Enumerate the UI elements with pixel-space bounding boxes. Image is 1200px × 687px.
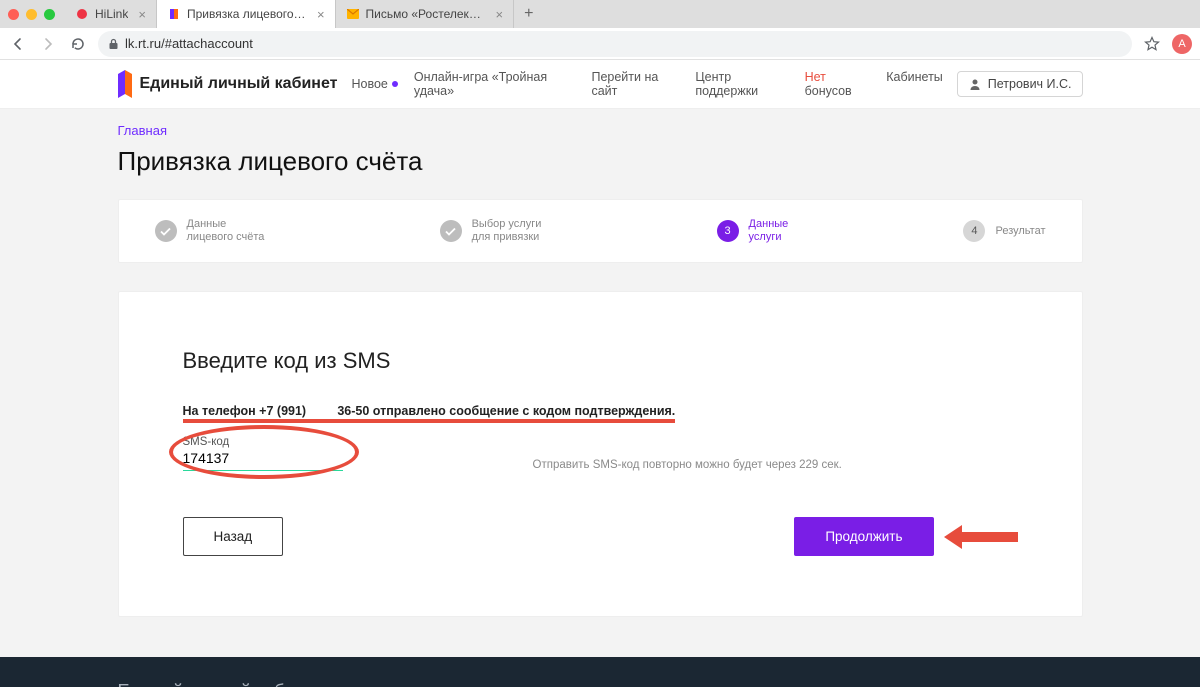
browser-tab[interactable]: Письмо «Ростелеком ID. Под… × bbox=[336, 0, 515, 28]
site-logo[interactable]: Единый личный кабинет bbox=[118, 72, 338, 96]
tab-title: HiLink bbox=[95, 7, 128, 21]
sms-code-label: SMS-код bbox=[183, 436, 230, 448]
step-select-service: Выбор услугидля привязки bbox=[440, 218, 542, 244]
resend-text: Отправить SMS-код повторно можно будет ч… bbox=[533, 459, 842, 471]
page-title: Привязка лицевого счёта bbox=[118, 146, 1083, 177]
user-name: Петрович И.С. bbox=[988, 77, 1072, 91]
step-service-data: 3 Данныеуслуги bbox=[717, 218, 789, 244]
step-account-data: Данныелицевого счёта bbox=[155, 218, 265, 244]
back-button[interactable]: Назад bbox=[183, 517, 284, 556]
forward-icon[interactable] bbox=[38, 34, 58, 54]
tab-title: Письмо «Ростелеком ID. Под… bbox=[366, 7, 486, 21]
browser-tab-active[interactable]: Привязка лицевого счёта - Е… × bbox=[157, 0, 336, 28]
annotation-arrow bbox=[944, 525, 1018, 549]
footer-title: Единый личный кабинет bbox=[118, 681, 1083, 687]
user-chip[interactable]: Петрович И.С. bbox=[957, 71, 1083, 97]
check-icon bbox=[440, 220, 462, 242]
nav-goto-site[interactable]: Перейти на сайт bbox=[591, 70, 679, 98]
back-icon[interactable] bbox=[8, 34, 28, 54]
tab-close-icon[interactable]: × bbox=[317, 7, 325, 22]
nav-cabinets[interactable]: Кабинеты bbox=[886, 70, 943, 98]
window-close-dot[interactable] bbox=[8, 9, 19, 20]
browser-tab[interactable]: HiLink × bbox=[65, 0, 157, 28]
breadcrumb: Главная bbox=[118, 123, 1083, 138]
tab-close-icon[interactable]: × bbox=[138, 7, 146, 22]
logo-mark-icon bbox=[118, 72, 132, 96]
breadcrumb-home[interactable]: Главная bbox=[118, 123, 167, 138]
profile-avatar[interactable]: A bbox=[1172, 34, 1192, 54]
star-icon[interactable] bbox=[1142, 34, 1162, 54]
stepper: Данныелицевого счёта Выбор услугидля при… bbox=[118, 199, 1083, 263]
hilink-favicon bbox=[75, 7, 89, 21]
nav-bonus[interactable]: Нет бонусов bbox=[805, 70, 871, 98]
reload-icon[interactable] bbox=[68, 34, 88, 54]
check-icon bbox=[155, 220, 177, 242]
continue-button[interactable]: Продолжить bbox=[794, 517, 933, 556]
rt-favicon bbox=[167, 7, 181, 21]
site-footer: Единый личный кабинет Возможности Заказа… bbox=[0, 657, 1200, 687]
window-maximize-dot[interactable] bbox=[44, 9, 55, 20]
window-minimize-dot[interactable] bbox=[26, 9, 37, 20]
lock-icon bbox=[108, 38, 119, 50]
new-tab-button[interactable]: + bbox=[514, 5, 543, 23]
tab-close-icon[interactable]: × bbox=[496, 7, 504, 22]
mail-favicon bbox=[346, 7, 360, 21]
nav-game[interactable]: Онлайн-игра «Тройная удача» bbox=[414, 70, 576, 98]
step-number-icon: 4 bbox=[963, 220, 985, 242]
url-text: lk.rt.ru/#attachaccount bbox=[125, 36, 253, 51]
new-bullet-icon bbox=[392, 81, 398, 87]
step-number-icon: 3 bbox=[717, 220, 739, 242]
brand-text: Единый личный кабинет bbox=[140, 75, 338, 93]
sms-form-card: Введите код из SMS На телефон +7 (991) 3… bbox=[118, 291, 1083, 617]
user-icon bbox=[968, 77, 982, 91]
nav-support[interactable]: Центр поддержки bbox=[695, 70, 788, 98]
nav-new[interactable]: Новое bbox=[351, 70, 397, 98]
url-field[interactable]: lk.rt.ru/#attachaccount bbox=[98, 31, 1132, 57]
step-result: 4 Результат bbox=[963, 218, 1045, 244]
phone-message: На телефон +7 (991) 36-50 отправлено соо… bbox=[183, 404, 1018, 423]
sms-code-input[interactable] bbox=[183, 448, 343, 471]
form-heading: Введите код из SMS bbox=[183, 348, 1018, 374]
tab-title: Привязка лицевого счёта - Е… bbox=[187, 7, 307, 21]
